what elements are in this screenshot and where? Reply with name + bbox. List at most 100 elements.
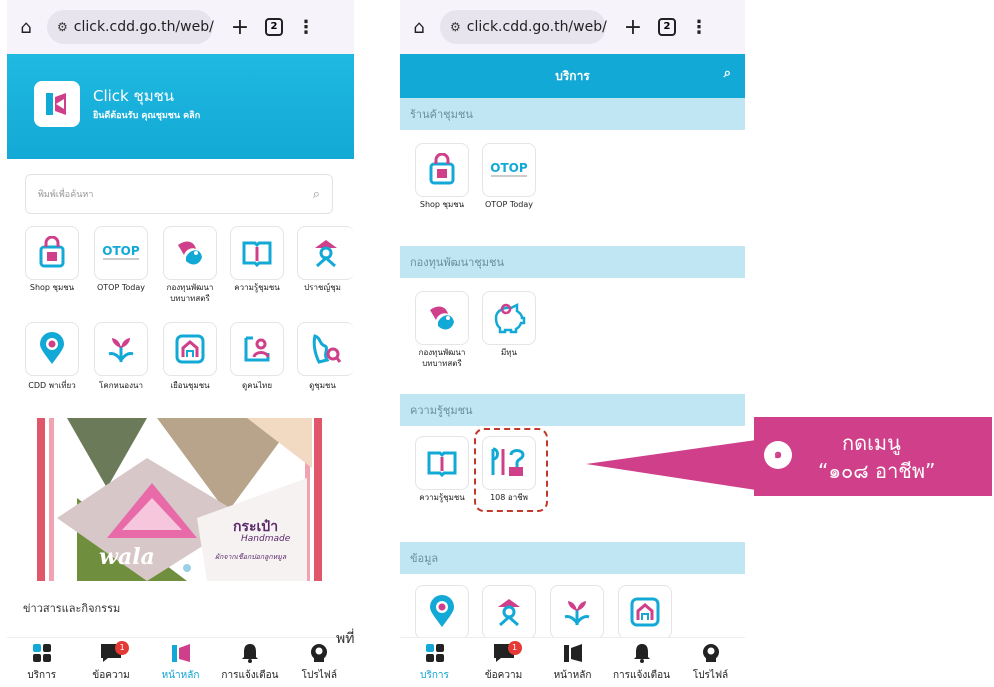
nav-notifications[interactable]: การแจ้งเตือน: [607, 638, 676, 687]
see-community-tile[interactable]: [297, 322, 354, 376]
new-tab-icon[interactable]: +: [622, 15, 644, 40]
section-data: ข้อมูล: [400, 542, 745, 574]
step-number: ๑: [764, 441, 792, 469]
home-icon[interactable]: ⌂: [15, 17, 37, 38]
shop-chumchon-tile[interactable]: [415, 143, 469, 197]
location-pin-icon: [40, 332, 64, 364]
search-placeholder: พิมพ์เพื่อค้นหา: [38, 190, 94, 200]
menu-label: Shop ชุมชน: [29, 283, 75, 292]
shopping-bag-icon: [39, 236, 65, 268]
nav-notifications[interactable]: การแจ้งเตือน: [215, 638, 284, 687]
search-input[interactable]: พิมพ์เพื่อค้นหา ⌕: [25, 174, 333, 214]
home-frame-icon: [175, 334, 205, 364]
tab-switcher-button[interactable]: 2: [658, 18, 676, 36]
local-sage-tile[interactable]: [482, 585, 536, 639]
visit-community-tile[interactable]: [618, 585, 672, 639]
community-knowledge-tile[interactable]: [415, 436, 469, 490]
mee-tun-tile[interactable]: [482, 291, 536, 345]
search-icon[interactable]: ⌕: [724, 66, 731, 81]
right-phone-screen: ⌂ ⚙ click.cdd.go.th/web/ + 2 ⋮ บริการ ⌕ …: [400, 0, 745, 687]
nav-label: ข้อความ: [484, 670, 523, 681]
address-bar[interactable]: ⚙ click.cdd.go.th/web/: [440, 10, 607, 44]
location-pin-icon: [430, 595, 454, 627]
message-badge: 1: [507, 641, 522, 655]
sage-person-icon: [315, 240, 337, 268]
menu-label: ความรู้ชุมชน: [419, 493, 465, 502]
bird-hand-icon: [178, 241, 202, 265]
book-icon: [242, 241, 272, 267]
sprout-icon: [564, 601, 590, 626]
site-settings-icon[interactable]: ⚙: [450, 20, 461, 34]
menu-label: OTOP Today: [97, 283, 145, 292]
visit-community-tile[interactable]: [163, 322, 217, 376]
cdd-travel-tile[interactable]: [25, 322, 79, 376]
piggy-bank-icon: [494, 302, 526, 334]
home-logo-icon: [563, 644, 582, 662]
nav-label: ข้อความ: [92, 670, 130, 681]
news-section-title: ข่าวสารและกิจกรรม: [23, 602, 121, 615]
women-fund-tile[interactable]: [163, 226, 217, 280]
url-text: click.cdd.go.th/web/: [466, 19, 607, 35]
bell-icon: [241, 644, 258, 663]
nav-label: บริการ: [27, 670, 57, 681]
sprout-icon: [108, 338, 134, 363]
menu-label: ดูคนไทย: [242, 381, 272, 390]
bottom-nav: บริการ 1 ข้อความ หน้าหลัก การแจ้งเตือน โ…: [7, 637, 354, 687]
section-shop: ร้านค้าชุมชน: [400, 98, 745, 130]
menu-label: OTOP Today: [485, 200, 533, 209]
banner-brand: wala: [99, 544, 155, 570]
otop-logo-icon: OTOP: [102, 244, 140, 260]
instruction-callout: ๑ กดเมนู “๑๐๘ อาชีพ”: [754, 417, 992, 496]
nav-home[interactable]: หน้าหลัก: [146, 638, 215, 687]
new-tab-icon[interactable]: +: [229, 15, 251, 40]
nav-label: บริการ: [420, 670, 449, 681]
more-menu-icon[interactable]: ⋮: [297, 17, 315, 38]
search-icon[interactable]: ⌕: [313, 187, 320, 202]
more-menu-icon[interactable]: ⋮: [690, 17, 708, 38]
khok-nong-na-tile[interactable]: [94, 322, 148, 376]
url-text: click.cdd.go.th/web/: [73, 19, 214, 35]
nav-profile[interactable]: โปรไฟล์: [676, 638, 745, 687]
shop-chumchon-tile[interactable]: [25, 226, 79, 280]
book-icon: [427, 451, 457, 477]
browser-toolbar: ⌂ ⚙ click.cdd.go.th/web/ + 2 ⋮: [7, 0, 354, 54]
menu-label: กองทุนพัฒนา บทบาทสตรี: [166, 283, 214, 303]
nav-messages[interactable]: 1 ข้อความ: [469, 638, 538, 687]
welcome-text: ยินดีต้อนรับ คุณชุมชน คลิก: [93, 111, 201, 121]
menu-label: กองทุนพัฒนา บทบาทสตรี: [418, 348, 466, 368]
nav-messages[interactable]: 1 ข้อความ: [76, 638, 145, 687]
grid-icon: [425, 644, 444, 662]
tab-switcher-button[interactable]: 2: [265, 18, 283, 36]
home-icon[interactable]: ⌂: [408, 17, 430, 38]
address-bar[interactable]: ⚙ click.cdd.go.th/web/: [47, 10, 214, 44]
menu-label: CDD พาเที่ยว: [28, 381, 76, 390]
nav-label: หน้าหลัก: [553, 670, 592, 681]
nav-label: การแจ้งเตือน: [613, 670, 670, 681]
community-knowledge-tile[interactable]: [230, 226, 284, 280]
nav-services[interactable]: บริการ: [400, 638, 469, 687]
see-thai-people-tile[interactable]: [230, 322, 284, 376]
khok-nong-na-tile[interactable]: [550, 585, 604, 639]
promo-banner[interactable]: กระเป๋า Handmade ผักจากเชือกปอกลูกหมูล w…: [37, 418, 322, 581]
svg-text:OTOP: OTOP: [490, 161, 528, 175]
local-sage-tile[interactable]: [297, 226, 354, 280]
grid-icon: [32, 644, 51, 662]
menu-label: โคกหนองนา: [99, 381, 143, 390]
women-fund-tile[interactable]: [415, 291, 469, 345]
nav-services[interactable]: บริการ: [7, 638, 76, 687]
menu-label: ปราชญ์ชุม: [304, 283, 341, 292]
site-settings-icon[interactable]: ⚙: [57, 20, 68, 34]
nav-home[interactable]: หน้าหลัก: [538, 638, 607, 687]
callout-line-2: “๑๐๘ อาชีพ”: [818, 459, 936, 483]
otop-today-tile[interactable]: OTOP: [482, 143, 536, 197]
person-card-icon: [244, 336, 270, 362]
highlight-box: [474, 428, 548, 512]
left-phone-screen: ⌂ ⚙ click.cdd.go.th/web/ + 2 ⋮ Click ชุม…: [7, 0, 354, 687]
cdd-travel-tile[interactable]: [415, 585, 469, 639]
menu-label: เยือนชุมชน: [170, 381, 210, 390]
shopping-bag-icon: [429, 153, 455, 185]
otop-logo-icon: OTOP: [490, 161, 528, 177]
otop-today-tile[interactable]: OTOP: [94, 226, 148, 280]
home-logo-icon: [171, 644, 190, 662]
callout-pointer: [586, 440, 756, 490]
